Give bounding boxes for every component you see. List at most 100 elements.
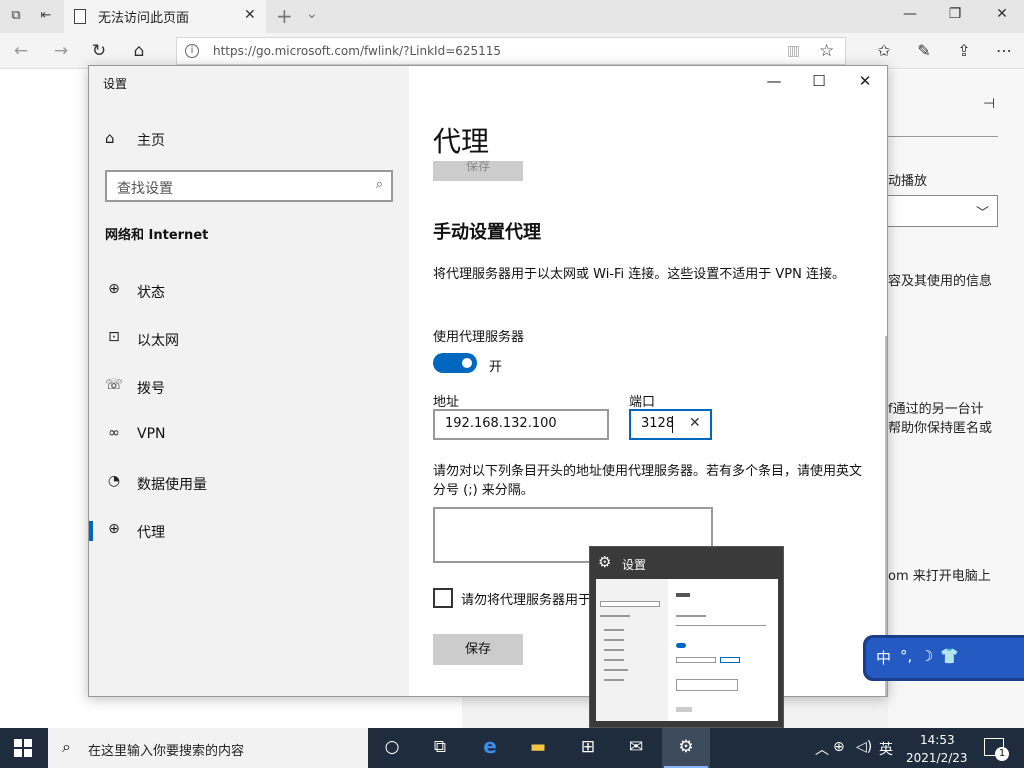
- close-tab-icon[interactable]: ✕: [244, 7, 256, 23]
- task-view-button[interactable]: ⧉: [416, 728, 464, 768]
- taskbar-search-input[interactable]: ⌕ 在这里输入你要搜索的内容: [48, 728, 368, 768]
- file-explorer-button[interactable]: ▬: [514, 728, 562, 768]
- taskbar-thumbnail-preview[interactable]: ⚙ 设置: [589, 546, 784, 728]
- window-title: 设置: [103, 77, 128, 91]
- volume-icon[interactable]: ◁): [856, 739, 872, 755]
- notification-center-icon[interactable]: 1: [984, 738, 1009, 761]
- ime-toolbar[interactable]: 中 °, ☽ 👕: [863, 635, 1024, 681]
- mail-icon: ✉: [628, 737, 644, 757]
- url-field[interactable]: i https://go.microsoft.com/fwlink/?LinkI…: [176, 37, 846, 65]
- globe-icon: ⊕: [108, 281, 120, 297]
- moon-icon[interactable]: ☽: [920, 647, 933, 665]
- panel-text-other-2: 帮助你保持匿名或: [888, 421, 993, 436]
- save-button[interactable]: 保存: [433, 634, 523, 665]
- close-window-icon[interactable]: ✕: [850, 72, 880, 90]
- skin-icon[interactable]: 👕: [940, 647, 959, 665]
- start-button[interactable]: [14, 739, 32, 757]
- show-hidden-icons[interactable]: ︿: [815, 739, 829, 759]
- sidebar-item-proxy[interactable]: ⊕ 代理: [89, 511, 409, 551]
- thumb-title: [676, 593, 690, 597]
- use-proxy-toggle[interactable]: [433, 353, 477, 373]
- thumb-line: [604, 639, 624, 641]
- settings-taskbar-button[interactable]: ⚙: [662, 728, 710, 768]
- gear-icon: ⚙: [598, 553, 612, 571]
- edge-icon: e: [483, 734, 497, 758]
- minimize-icon[interactable]: —: [759, 72, 789, 90]
- sidebar-item-status[interactable]: ⊕ 状态: [89, 271, 409, 311]
- thumb-line: [604, 669, 628, 671]
- favorites-icon[interactable]: ✩: [873, 41, 895, 60]
- preview-title: 设置: [622, 558, 647, 572]
- refresh-icon[interactable]: ↻: [88, 41, 110, 61]
- toggle-state-label: 开: [489, 360, 503, 375]
- edge-button[interactable]: e: [466, 728, 514, 768]
- exceptions-description: 请勿对以下列条目开头的地址使用代理服务器。若有多个条目，请使用英文分号 (;) …: [433, 464, 863, 498]
- thumb-line: [604, 629, 624, 631]
- local-address-checkbox[interactable]: [433, 588, 453, 608]
- sidebar-item-ethernet[interactable]: ⊡ 以太网: [89, 319, 409, 359]
- dialup-icon: ☏: [105, 377, 123, 393]
- ime-toolbar-body: 中 °, ☽ 👕: [866, 638, 1024, 678]
- mail-button[interactable]: ✉: [612, 728, 660, 768]
- input-language[interactable]: 英: [879, 739, 893, 759]
- clock-date[interactable]: 2021/2/23: [906, 751, 968, 765]
- share-icon[interactable]: ⇪: [953, 41, 975, 60]
- text-caret: [672, 416, 673, 433]
- browser-tab-active[interactable]: 无法访问此页面 ✕: [64, 0, 266, 33]
- notes-pen-icon[interactable]: ✎: [913, 41, 935, 60]
- thumb-line: [600, 615, 630, 617]
- back-icon[interactable]: ←: [10, 41, 32, 61]
- store-button[interactable]: ⊞: [564, 728, 612, 768]
- ime-mode[interactable]: 中: [876, 647, 891, 668]
- home-icon[interactable]: ⌂: [128, 41, 150, 61]
- punctuation-icon[interactable]: °,: [900, 647, 912, 665]
- port-input[interactable]: 3128 ✕: [629, 409, 712, 440]
- favorite-star-icon[interactable]: ☆: [819, 41, 834, 61]
- close-window-icon[interactable]: ✕: [992, 6, 1012, 22]
- data-usage-icon: ◔: [107, 473, 121, 489]
- home-label: 主页: [137, 133, 165, 149]
- tab-manager-icon[interactable]: ⧉: [8, 8, 24, 24]
- panel-text-com: om 来打开电脑上: [888, 569, 991, 584]
- reading-view-icon[interactable]: ▥: [787, 43, 800, 59]
- more-icon[interactable]: ⋯: [993, 41, 1015, 60]
- port-value: 3128: [641, 416, 675, 431]
- minimize-icon[interactable]: —: [900, 6, 920, 22]
- task-view-icon: ⧉: [433, 737, 447, 757]
- clear-icon[interactable]: ✕: [689, 415, 701, 431]
- new-tab-icon[interactable]: +: [276, 4, 293, 28]
- set-aside-tabs-icon[interactable]: ⇤: [38, 8, 54, 24]
- thumb-input: [676, 657, 716, 663]
- network-icon[interactable]: ⊕: [833, 739, 845, 755]
- folder-icon: ▬: [529, 737, 547, 757]
- sidebar-item-dialup[interactable]: ☏ 拨号: [89, 367, 409, 407]
- taskbar: ⌕ 在这里输入你要搜索的内容 ○ ⧉ e ▬ ⊞ ✉ ⚙ ︿ ⊕ ◁) 英 14…: [0, 728, 1024, 768]
- cortana-button[interactable]: ○: [368, 728, 416, 768]
- info-icon[interactable]: i: [185, 44, 199, 58]
- panel-text-autoplay: 动播放: [888, 174, 928, 189]
- maximize-icon[interactable]: ☐: [804, 72, 834, 90]
- home-icon: ⌂: [105, 129, 115, 147]
- thumb-line: [604, 659, 624, 661]
- pin-icon[interactable]: ⊣: [983, 96, 995, 112]
- sidebar-item-label: 数据使用量: [137, 477, 207, 493]
- page-title: 代理: [433, 125, 490, 158]
- sidebar-item-data-usage[interactable]: ◔ 数据使用量: [89, 463, 409, 503]
- taskbar-search-placeholder: 在这里输入你要搜索的内容: [88, 744, 245, 759]
- thumb-line: [604, 649, 624, 651]
- clock-time[interactable]: 14:53: [920, 733, 955, 747]
- panel-dropdown[interactable]: ﹀: [888, 195, 998, 227]
- manual-proxy-description: 将代理服务器用于以太网或 Wi-Fi 连接。这些设置不适用于 VPN 连接。: [433, 267, 846, 282]
- address-label: 地址: [433, 395, 460, 410]
- forward-icon[interactable]: →: [50, 41, 72, 61]
- chevron-down-icon[interactable]: ⌄: [306, 6, 318, 22]
- save-button-auto[interactable]: 保存: [433, 161, 523, 181]
- sidebar-item-label: VPN: [137, 426, 166, 442]
- restore-icon[interactable]: ❐: [945, 6, 965, 22]
- settings-search-input[interactable]: 查找设置 ⌕: [105, 170, 393, 202]
- thumb-line: [676, 625, 766, 626]
- sidebar-item-vpn[interactable]: ∞ VPN: [89, 415, 409, 455]
- address-input[interactable]: 192.168.132.100: [433, 409, 609, 440]
- vpn-icon: ∞: [108, 425, 120, 441]
- chevron-down-icon: ﹀: [975, 206, 989, 221]
